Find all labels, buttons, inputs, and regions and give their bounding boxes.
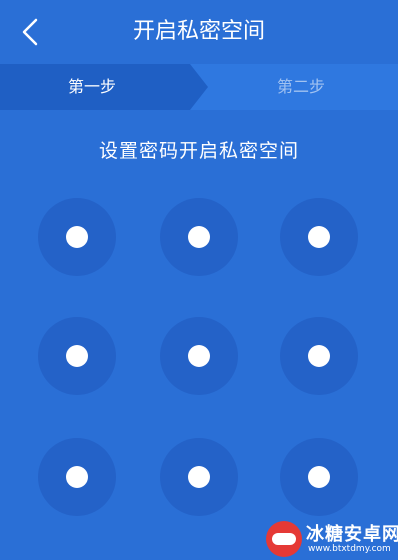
watermark-logo-icon [266, 521, 302, 557]
watermark: 冰糖安卓网 www.btxtdmy.com [262, 518, 398, 560]
pattern-dot-8[interactable] [160, 438, 238, 516]
watermark-url: www.btxtdmy.com [308, 544, 391, 554]
instruction-text: 设置密码开启私密空间 [98, 140, 299, 162]
step-two-label: 第二步 [277, 77, 326, 96]
pattern-dot-5[interactable] [160, 317, 238, 395]
pattern-dot-3[interactable] [280, 198, 358, 276]
page-title: 开启私密空间 [132, 19, 265, 44]
header-bar: 开启私密空间 [0, 0, 398, 64]
watermark-title: 冰糖安卓网 [306, 524, 398, 545]
pattern-dot-1[interactable] [38, 198, 116, 276]
pattern-dot-2[interactable] [160, 198, 238, 276]
pattern-lock-grid[interactable] [0, 190, 398, 530]
pattern-dot-9[interactable] [280, 438, 358, 516]
pattern-dot-7[interactable] [38, 438, 116, 516]
pattern-dot-4[interactable] [38, 317, 116, 395]
pattern-dot-6[interactable] [280, 317, 358, 395]
step-indicator: 第一步 第二步 [0, 64, 398, 110]
step-one-label: 第一步 [68, 77, 117, 96]
